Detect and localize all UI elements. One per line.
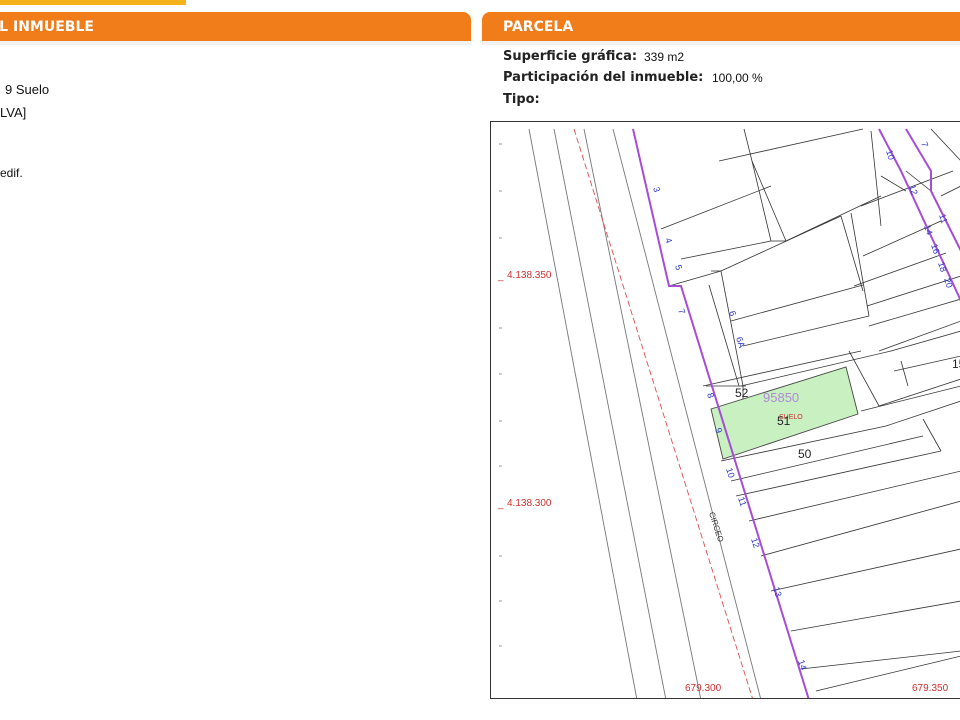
- svg-text:7: 7: [676, 308, 687, 316]
- parcela-section-header: PARCELA: [482, 12, 960, 41]
- coord-y-4138300-underscore: _: [497, 499, 504, 510]
- map-tick-marks: [499, 143, 502, 647]
- selected-parcel[interactable]: [710, 366, 859, 460]
- coord-y-4138300: 4.138.300: [507, 498, 552, 509]
- superficie-label: Superficie gráfica:: [503, 49, 638, 64]
- inmueble-line-1: 9 Suelo: [5, 82, 50, 97]
- svg-text:14: 14: [796, 659, 809, 672]
- svg-text:13: 13: [771, 586, 784, 599]
- svg-text:8: 8: [705, 392, 716, 400]
- participacion-label: Participación del inmueble:: [503, 70, 704, 85]
- svg-text:11: 11: [736, 496, 748, 508]
- coord-x-679350: 679.350: [912, 683, 949, 694]
- parcel-label-51: 51: [777, 414, 791, 428]
- parcel-label-52: 52: [735, 386, 749, 400]
- tipo-label: Tipo:: [503, 92, 540, 107]
- svg-text:12: 12: [749, 537, 762, 550]
- parcel-label-50: 50: [798, 447, 812, 461]
- side-street-numbers: 6 6A 10 12 7 11 14 16 18 20: [727, 141, 955, 350]
- svg-text:12: 12: [907, 184, 920, 197]
- inmueble-section-header: DEL INMUEBLE: [0, 12, 471, 41]
- superficie-value: 339 m2: [644, 50, 685, 64]
- cadastral-map[interactable]: _ 4.138.350 _ 4.138.300 679.300 679.350 …: [490, 121, 960, 699]
- svg-text:4: 4: [663, 237, 674, 245]
- svg-text:6A: 6A: [734, 336, 747, 350]
- inmueble-line-2: LVA]: [0, 105, 27, 120]
- svg-text:20: 20: [942, 277, 955, 290]
- parcel-label-15: 15: [952, 357, 960, 371]
- participacion-value: 100,00 %: [712, 71, 763, 85]
- header-underline: [482, 41, 960, 45]
- inmueble-line-3: edif.: [0, 166, 23, 180]
- parcel-ref-label: 95850: [763, 390, 799, 405]
- svg-text:10: 10: [724, 467, 737, 480]
- svg-text:5: 5: [673, 264, 684, 272]
- coord-y-4138350: _: [497, 271, 504, 282]
- header-underline: [0, 41, 471, 45]
- top-accent-bar: [0, 0, 186, 5]
- svg-text:3: 3: [651, 186, 662, 194]
- coord-y-4138350: 4.138.350: [507, 270, 552, 281]
- coord-x-679300: 679.300: [685, 683, 722, 694]
- svg-text:7: 7: [919, 141, 930, 149]
- svg-text:14: 14: [922, 224, 935, 237]
- street-name-label: CIRCEO: [707, 511, 725, 543]
